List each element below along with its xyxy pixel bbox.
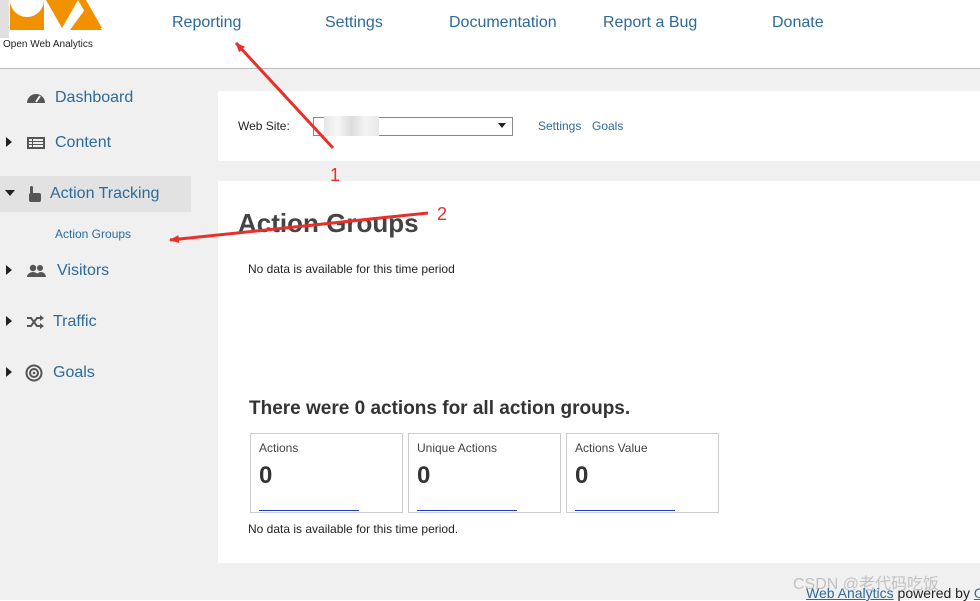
metric-value: 0 (575, 462, 589, 489)
caret-right-icon (6, 367, 12, 377)
sidebar-item-label: Goals (53, 364, 95, 381)
sparkline (259, 510, 359, 511)
nav-documentation[interactable]: Documentation (449, 14, 557, 32)
sidebar-item-label: Action Tracking (50, 185, 160, 202)
nav-settings[interactable]: Settings (325, 14, 383, 32)
users-icon (27, 264, 46, 277)
metric-value: 0 (259, 462, 273, 489)
metric-unique-actions: Unique Actions 0 (408, 433, 561, 513)
caret-right-icon (6, 265, 12, 275)
footer-text: powered by (893, 585, 974, 601)
web-site-select[interactable] (313, 116, 513, 136)
metric-label: Actions (259, 441, 299, 455)
target-icon (25, 364, 43, 382)
sidebar-item-traffic[interactable]: Traffic (0, 304, 218, 340)
caret-right-icon (6, 316, 12, 326)
blurred-site-name (324, 116, 379, 136)
sidebar-item-label: Content (55, 134, 112, 151)
hand-pointer-icon (29, 186, 41, 202)
sidebar-item-goals[interactable]: Goals (0, 355, 218, 391)
sidebar-item-label: Visitors (57, 262, 110, 279)
sidebar-item-label: Traffic (53, 313, 97, 330)
site-selector-panel: Web Site: Settings Goals (218, 91, 980, 161)
sparkline (417, 510, 517, 511)
footer: Web Analytics powered by O (806, 585, 980, 601)
caret-right-icon (6, 137, 12, 147)
caret-down-icon (5, 190, 15, 196)
shuffle-icon (27, 315, 44, 329)
site-goals-link[interactable]: Goals (592, 119, 623, 133)
sidebar-item-content[interactable]: Content (0, 125, 218, 161)
list-icon (27, 137, 45, 149)
dashboard-icon (27, 94, 45, 103)
nav-report-a-bug[interactable]: Report a Bug (603, 14, 697, 32)
sidebar: Dashboard Content Action Tracking Action… (0, 69, 218, 600)
metric-actions: Actions 0 (250, 433, 403, 513)
metric-actions-value: Actions Value 0 (566, 433, 719, 513)
footer-trailing-link[interactable]: O (974, 585, 980, 601)
nav-donate[interactable]: Donate (772, 14, 824, 32)
sidebar-item-visitors[interactable]: Visitors (0, 253, 218, 289)
sidebar-item-label: Dashboard (55, 89, 134, 106)
web-analytics-link[interactable]: Web Analytics (806, 585, 894, 601)
page-title: Action Groups (238, 208, 419, 238)
site-settings-link[interactable]: Settings (538, 119, 581, 133)
summary-heading: There were 0 actions for all action grou… (249, 398, 631, 419)
sparkline (575, 510, 675, 511)
report-panel: Action Groups No data is available for t… (218, 181, 980, 563)
metric-value: 0 (417, 462, 431, 489)
nav-reporting[interactable]: Reporting (172, 14, 241, 32)
sidebar-subitem-action-groups[interactable]: Action Groups (55, 227, 131, 241)
sidebar-item-dashboard[interactable]: Dashboard (0, 80, 218, 116)
owa-logo-icon (0, 0, 102, 38)
no-data-note: No data is available for this time perio… (248, 262, 455, 276)
metric-label: Unique Actions (417, 441, 498, 455)
no-data-note-2: No data is available for this time perio… (248, 522, 459, 536)
sidebar-item-action-tracking[interactable]: Action Tracking (0, 176, 191, 212)
web-site-label: Web Site: (238, 119, 290, 133)
owa-logo[interactable]: Open Web Analytics (0, 0, 110, 60)
metric-label: Actions Value (575, 441, 648, 455)
logo-text: Open Web Analytics (3, 39, 93, 50)
top-navigation-bar: Open Web Analytics Reporting Settings Do… (0, 0, 980, 69)
chevron-down-icon (498, 123, 506, 128)
